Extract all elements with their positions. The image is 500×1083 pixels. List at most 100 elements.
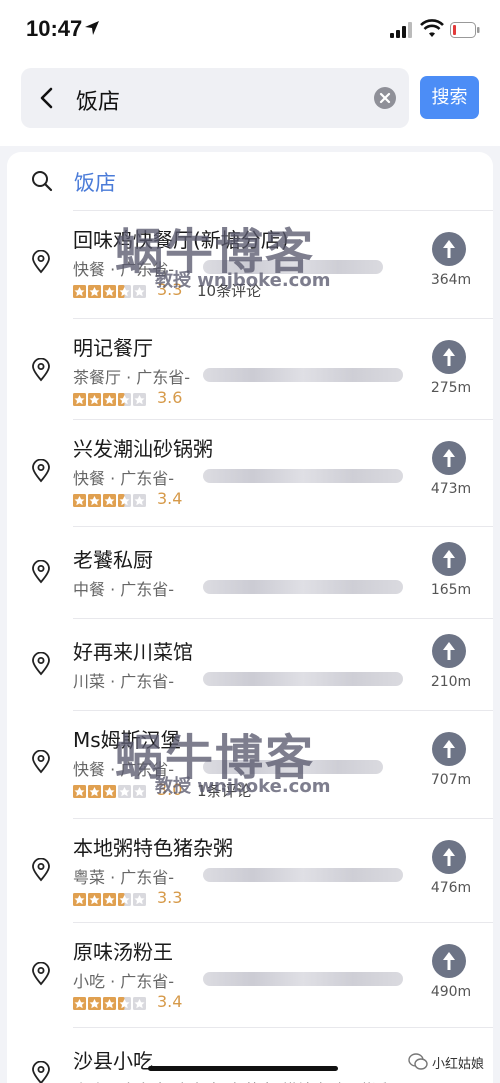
query-suggestion-text[interactable]: 饭店 (74, 167, 116, 197)
results-list: 饭店 回味鸡快餐厅(新塘分店) 快餐 · 广东省- 3.3 10条评论 364m 明记餐厅… (7, 152, 493, 1083)
navigation-arrow-icon (443, 240, 455, 258)
poi-name[interactable]: 兴发潮汕砂锅粥 (73, 433, 213, 462)
list-divider (73, 1027, 493, 1028)
poi-name[interactable]: 老饕私厨 (73, 544, 153, 573)
star-rating-icon (73, 893, 146, 906)
rating-row: 3.6 (73, 388, 393, 410)
poi-category-address: 小吃 · 广东省-广东省-东莞市-横塘东路3附近 (73, 1077, 388, 1083)
star-rating-icon (73, 393, 146, 406)
blurred-address (203, 868, 403, 882)
poi-distance: 364m (430, 272, 472, 288)
poi-list-item[interactable]: 回味鸡快餐厅(新塘分店) 快餐 · 广东省- 3.3 10条评论 364m (7, 210, 493, 318)
navigate-button[interactable] (432, 340, 466, 374)
rating-value: 3.6 (157, 388, 183, 407)
location-pin-icon (32, 250, 50, 274)
navigate-button[interactable] (432, 441, 466, 475)
query-suggestion-row[interactable]: 饭店 (7, 152, 493, 210)
list-divider (73, 210, 493, 211)
wifi-icon (420, 19, 444, 37)
navigate-button[interactable] (432, 542, 466, 576)
navigate-button[interactable] (432, 944, 466, 978)
location-pin-icon (32, 358, 50, 382)
poi-name[interactable]: Ms姆斯汉堡 (73, 724, 181, 753)
star-rating-icon (73, 785, 146, 798)
poi-distance: 210m (430, 674, 472, 690)
list-divider (73, 419, 493, 420)
navigation-arrow-icon (443, 449, 455, 467)
rating-row: 3.4 (73, 992, 393, 1014)
poi-name[interactable]: 好再来川菜馆 (73, 636, 193, 665)
location-pin-icon (32, 962, 50, 986)
status-time: 10:47 (26, 16, 83, 41)
list-divider (73, 710, 493, 711)
back-arrow-icon[interactable] (37, 86, 57, 110)
rating-row: 3.4 (73, 489, 393, 511)
location-pin-icon (32, 560, 50, 584)
poi-list-item[interactable]: 明记餐厅 茶餐厅 · 广东省- 3.6 275m (7, 318, 493, 419)
poi-list-item[interactable]: 原味汤粉王 小吃 · 广东省- 3.4 490m (7, 922, 493, 1027)
review-count[interactable]: 10条评论 (197, 280, 261, 301)
wechat-icon (408, 1053, 428, 1070)
location-pin-icon (32, 858, 50, 882)
poi-category-address: 中餐 · 广东省- (73, 580, 175, 599)
list-divider (73, 922, 493, 923)
redaction-bar (148, 1066, 338, 1071)
poi-name[interactable]: 本地粥特色猪杂粥 (73, 832, 233, 861)
poi-distance: 473m (430, 481, 472, 497)
blurred-address (203, 972, 403, 986)
navigate-button[interactable] (432, 232, 466, 266)
rating-row: 3.3 (73, 888, 393, 910)
search-icon (32, 171, 53, 192)
poi-name[interactable]: 明记餐厅 (73, 332, 153, 361)
poi-distance: 707m (430, 772, 472, 788)
poi-list-item[interactable]: 老饕私厨中餐 · 广东省- 165m (7, 526, 493, 618)
poi-name[interactable]: 回味鸡快餐厅(新塘分店) (73, 224, 289, 253)
status-bar: 10:47 (0, 0, 500, 62)
navigate-button[interactable] (432, 732, 466, 766)
poi-category-address: 川菜 · 广东省- (73, 672, 175, 691)
location-pin-icon (32, 1061, 50, 1083)
poi-category-address: 小吃 · 广东省- (73, 972, 175, 991)
list-divider (73, 618, 493, 619)
blurred-address (203, 260, 383, 274)
search-button[interactable]: 搜索 (420, 76, 479, 119)
rating-value: 3.3 (157, 280, 183, 299)
poi-category-address: 快餐 · 广东省- (73, 760, 175, 779)
poi-distance: 165m (430, 582, 472, 598)
search-input[interactable]: 饭店 (21, 68, 409, 128)
poi-list-item[interactable]: 好再来川菜馆川菜 · 广东省- 210m (7, 618, 493, 710)
blurred-address (203, 672, 403, 686)
poi-list-item[interactable]: 本地粥特色猪杂粥粤菜 · 广东省- 3.3 476m (7, 818, 493, 922)
location-pin-icon (32, 652, 50, 676)
poi-category-address: 快餐 · 广东省- (73, 469, 175, 488)
cellular-signal-icon (390, 22, 412, 38)
poi-distance: 476m (430, 880, 472, 896)
rating-value: 3.0 (157, 780, 183, 799)
search-query-text[interactable]: 饭店 (76, 84, 120, 116)
navigation-arrow-icon (443, 740, 455, 758)
navigate-button[interactable] (432, 840, 466, 874)
blurred-address (203, 368, 403, 382)
blurred-address (203, 469, 403, 483)
search-header: 饭店 搜索 (0, 62, 500, 146)
blurred-address (203, 760, 383, 774)
star-rating-icon (73, 997, 146, 1010)
rating-value: 3.3 (157, 888, 183, 907)
navigate-button[interactable] (432, 634, 466, 668)
poi-name[interactable]: 原味汤粉王 (73, 936, 173, 965)
poi-category-address: 粤菜 · 广东省- (73, 868, 175, 887)
clear-icon[interactable] (373, 86, 397, 110)
poi-list-item[interactable]: 兴发潮汕砂锅粥快餐 · 广东省- 3.4 473m (7, 419, 493, 526)
poi-name[interactable]: 沙县小吃 (73, 1045, 153, 1074)
poi-list-item[interactable]: Ms姆斯汉堡快餐 · 广东省- 3.0 1条评论 707m (7, 710, 493, 818)
rating-row: 3.0 1条评论 (73, 780, 393, 802)
blurred-address (203, 580, 403, 594)
list-divider (73, 818, 493, 819)
location-pin-icon (32, 750, 50, 774)
navigation-arrow-icon (443, 848, 455, 866)
review-count[interactable]: 1条评论 (197, 780, 252, 801)
rating-value: 3.4 (157, 992, 183, 1011)
poi-category-address: 茶餐厅 · 广东省- (73, 368, 191, 387)
star-rating-icon (73, 285, 146, 298)
navigation-arrow-icon (443, 952, 455, 970)
